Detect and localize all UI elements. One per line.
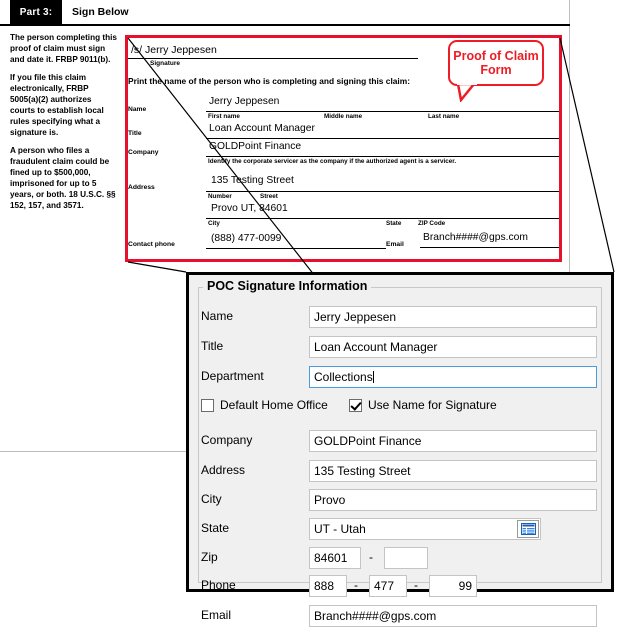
group-box-title: POC Signature Information: [203, 279, 372, 293]
input-phone-part1[interactable]: 888: [309, 575, 347, 597]
rule-address: [206, 191, 560, 192]
label-name: Name: [201, 309, 234, 323]
label-address: Address: [201, 463, 246, 477]
checkbox-use-name-for-signature-box[interactable]: [349, 398, 362, 412]
input-zip-part1[interactable]: 84601: [309, 547, 361, 569]
checkbox-row: Default Home Office Use Name for Signatu…: [201, 398, 605, 416]
input-company[interactable]: GOLDPoint Finance: [309, 430, 597, 452]
input-department[interactable]: Collections: [309, 366, 597, 388]
caption-middle-name: Middle name: [324, 113, 363, 120]
label-state: State: [201, 521, 230, 535]
caption-first-name: First name: [208, 113, 240, 120]
caption-state: State: [386, 220, 402, 227]
checkbox-default-home-office-box[interactable]: [201, 398, 214, 412]
label-company: Company: [201, 433, 253, 447]
instruction-paragraph-3: A person who files a fraudulent claim co…: [10, 146, 116, 210]
label-department: Department: [201, 369, 264, 383]
part-title: Sign Below: [72, 6, 129, 18]
rule-city: [206, 218, 560, 219]
company-servicer-note: Identify the corporate servicer as the c…: [208, 158, 457, 165]
caption-street: Street: [260, 193, 278, 200]
checkbox-use-name-for-signature-label: Use Name for Signature: [368, 398, 497, 412]
caption-number: Number: [208, 193, 232, 200]
field-row-zip: Zip 84601 -: [201, 547, 605, 569]
field-row-department: Department Collections: [201, 366, 605, 388]
form-label-company: Company: [128, 149, 159, 156]
rule-name: [206, 111, 560, 112]
label-title: Title: [201, 339, 224, 353]
phone-separator-1: -: [354, 578, 358, 592]
input-email[interactable]: Branch####@gps.com: [309, 605, 597, 627]
rule-email: [420, 247, 560, 248]
rule-contact-phone: [206, 248, 386, 249]
form-value-contact-phone[interactable]: (888) 477-0099: [208, 233, 388, 244]
phone-separator-2: -: [414, 578, 418, 592]
text-caret: [372, 371, 374, 383]
label-city: City: [201, 492, 222, 506]
checkbox-default-home-office-label: Default Home Office: [220, 398, 328, 412]
instruction-paragraph-2: If you file this claim electronically, F…: [10, 73, 104, 137]
label-phone: Phone: [201, 578, 236, 592]
checkbox-use-name-for-signature[interactable]: Use Name for Signature: [349, 398, 497, 412]
form-label-name: Name: [128, 106, 147, 113]
form-label-contact-phone: Contact phone: [128, 241, 175, 248]
input-phone-part2[interactable]: 477: [369, 575, 407, 597]
field-row-phone: Phone 888 - 477 - 99: [201, 575, 605, 597]
rule-title: [206, 138, 560, 139]
form-label-address: Address: [128, 184, 155, 191]
signature-field[interactable]: /s/ Jerry Jeppesen: [128, 44, 418, 59]
print-name-instruction: Print the name of the person who is comp…: [128, 76, 410, 86]
rule-company: [206, 156, 560, 157]
field-row-city: City Provo: [201, 489, 605, 511]
list-lookup-icon[interactable]: [517, 520, 539, 538]
form-value-address[interactable]: 135 Testing Street: [208, 175, 560, 186]
input-zip-part2[interactable]: [384, 547, 428, 569]
caption-zip-code: ZIP Code: [418, 220, 446, 227]
field-row-company: Company GOLDPoint Finance: [201, 430, 605, 452]
form-value-company[interactable]: GOLDPoint Finance: [206, 141, 560, 152]
form-value-name[interactable]: Jerry Jeppesen: [206, 96, 560, 107]
form-label-email: Email: [386, 241, 404, 248]
field-row-state: State UT - Utah: [201, 518, 605, 540]
label-zip: Zip: [201, 550, 218, 564]
form-value-title[interactable]: Loan Account Manager: [206, 123, 560, 134]
input-state[interactable]: UT - Utah: [309, 518, 541, 540]
form-value-email[interactable]: Branch####@gps.com: [420, 232, 560, 243]
callout-proof-of-claim-form-label: Proof of Claim Form: [453, 48, 539, 77]
input-name[interactable]: Jerry Jeppesen: [309, 306, 597, 328]
input-title[interactable]: Loan Account Manager: [309, 336, 597, 358]
form-label-title: Title: [128, 130, 142, 137]
signature-caption: Signature: [150, 60, 180, 67]
part-number-badge: Part 3:: [10, 0, 62, 24]
form-value-city-line[interactable]: Provo UT, 84601: [208, 203, 560, 214]
field-row-address: Address 135 Testing Street: [201, 460, 605, 482]
callout-proof-of-claim-form: Proof of Claim Form: [448, 40, 544, 86]
field-row-email: Email Branch####@gps.com: [201, 605, 605, 627]
instruction-paragraph-1: The person completing this proof of clai…: [10, 33, 117, 64]
input-department-text: Collections: [314, 370, 373, 384]
checkbox-default-home-office[interactable]: Default Home Office: [201, 398, 328, 412]
field-row-title: Title Loan Account Manager: [201, 336, 605, 358]
label-email: Email: [201, 608, 232, 622]
part-header: Part 3: Sign Below: [0, 0, 570, 26]
poc-signature-information-dialog: POC Signature Information Name Jerry Jep…: [186, 272, 614, 627]
input-phone-part3[interactable]: 99: [429, 575, 477, 597]
instructions-column: The person completing this proof of clai…: [10, 33, 118, 219]
callout-proof-of-claim-form-tail: [456, 84, 477, 102]
caption-last-name: Last name: [428, 113, 460, 120]
input-city[interactable]: Provo: [309, 489, 597, 511]
field-row-name: Name Jerry Jeppesen: [201, 306, 605, 328]
caption-city: City: [208, 220, 220, 227]
zip-separator: -: [369, 550, 373, 564]
list-lookup-icon-glyph: [520, 523, 536, 535]
input-address[interactable]: 135 Testing Street: [309, 460, 597, 482]
